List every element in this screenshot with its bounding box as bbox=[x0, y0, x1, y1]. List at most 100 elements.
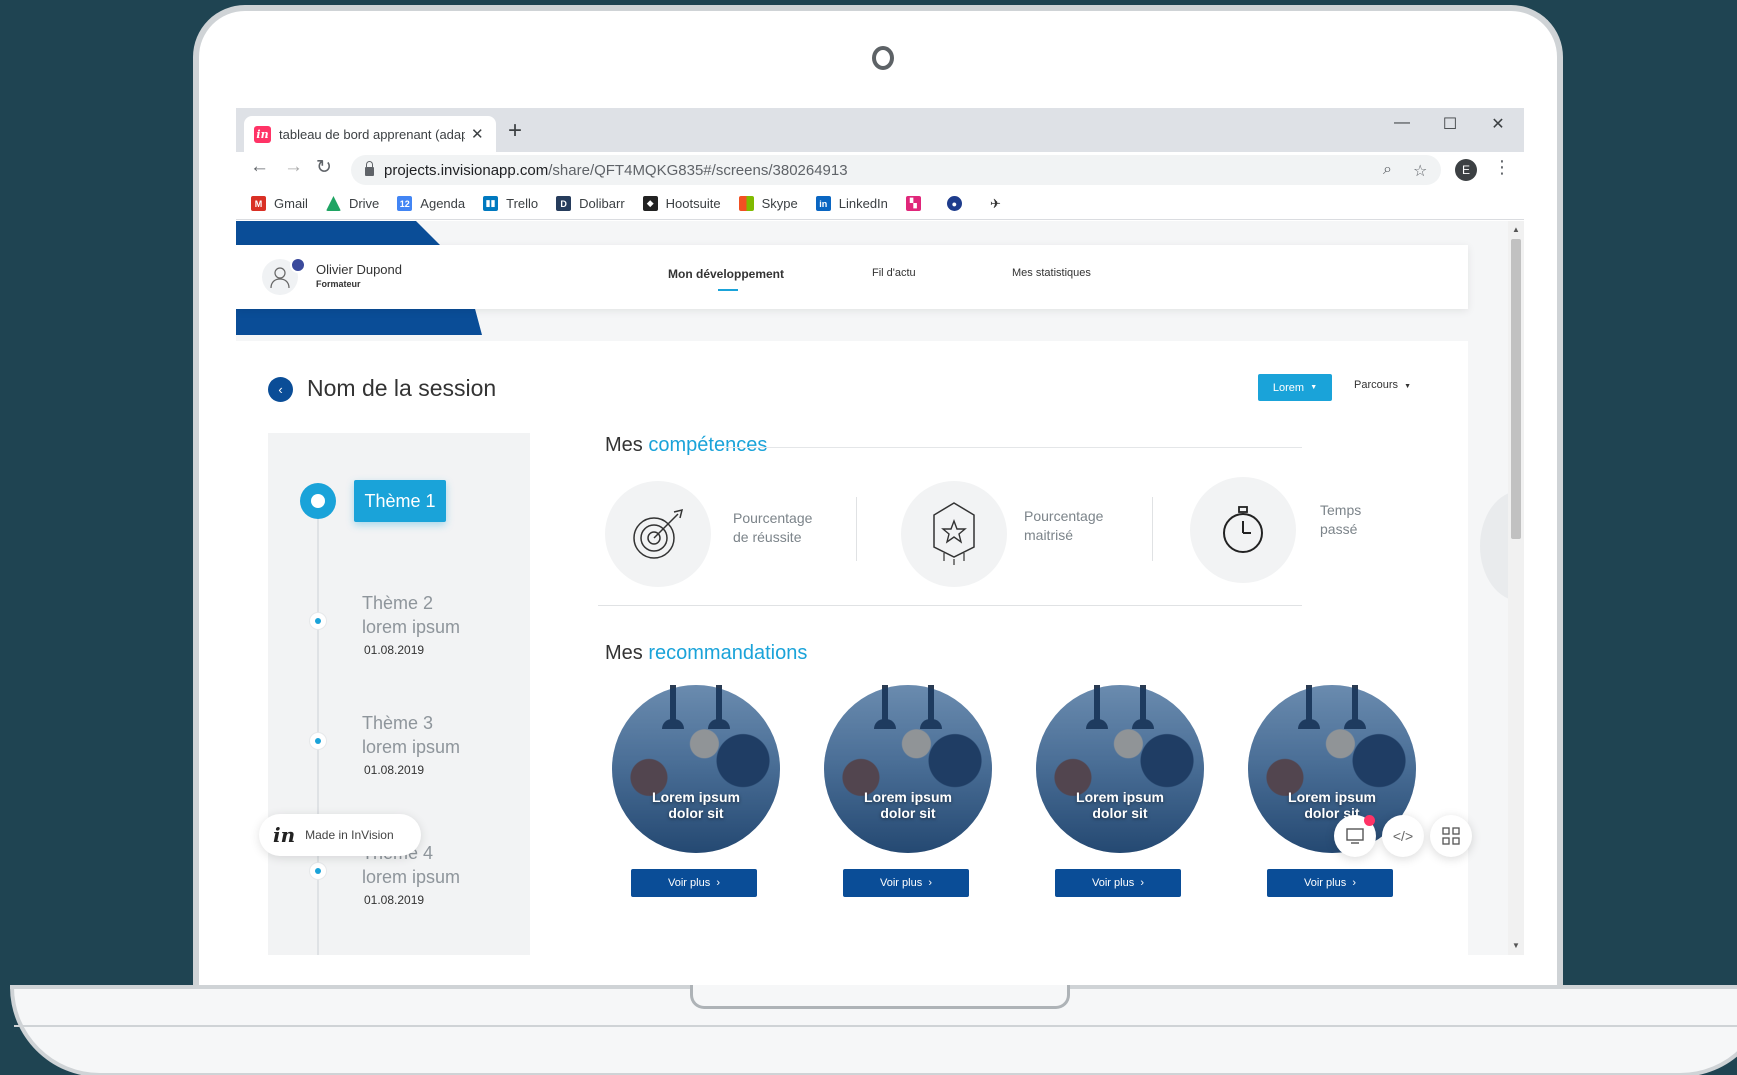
back-button[interactable]: ‹ bbox=[268, 377, 293, 402]
close-window-icon[interactable]: ✕ bbox=[1474, 114, 1522, 134]
bookmark-extra-1[interactable]: ▚ bbox=[905, 196, 929, 211]
trello-icon: ▮▮ bbox=[483, 196, 499, 211]
caret-down-icon: ▼ bbox=[1404, 383, 1412, 390]
bookmark-label: Hootsuite bbox=[665, 196, 721, 211]
competences-title: Mes compétences bbox=[605, 434, 767, 457]
voir-plus-button[interactable]: Voir plus › bbox=[631, 869, 757, 897]
profile-avatar[interactable]: E bbox=[1455, 159, 1477, 181]
bookmark-linkedin[interactable]: in LinkedIn bbox=[815, 196, 888, 211]
bookmark-agenda[interactable]: 12 Agenda bbox=[397, 196, 465, 211]
bookmark-extra-2[interactable]: ● bbox=[946, 196, 970, 211]
timeline-line bbox=[317, 503, 319, 955]
screens-button[interactable] bbox=[1430, 815, 1472, 857]
scrollbar[interactable]: ▲ ▼ bbox=[1508, 221, 1524, 955]
stat-separator bbox=[856, 497, 857, 561]
recommendation-title-line: Lorem ipsum bbox=[1076, 789, 1164, 805]
bookmark-trello[interactable]: ▮▮ Trello bbox=[483, 196, 538, 211]
scrollbar-thumb[interactable] bbox=[1511, 239, 1521, 539]
stat-label-line: de réussite bbox=[733, 529, 802, 545]
minimize-icon[interactable]: — bbox=[1378, 114, 1426, 132]
badge-star-icon bbox=[933, 502, 975, 565]
recommendation-title-line: dolor sit bbox=[1092, 805, 1148, 821]
code-icon: </> bbox=[1392, 828, 1414, 844]
laptop-base-edge bbox=[14, 1025, 1737, 1027]
timeline-node bbox=[310, 613, 326, 629]
calendar-icon: 12 bbox=[397, 196, 413, 211]
recommendation-title-line: dolor sit bbox=[668, 805, 724, 821]
voir-plus-button[interactable]: Voir plus › bbox=[1055, 869, 1181, 897]
competences-title-prefix: Mes bbox=[605, 434, 643, 456]
user-silhouette-icon bbox=[270, 267, 290, 289]
more-menu-icon[interactable]: ⋮ bbox=[1493, 157, 1511, 178]
stat-label-line: Pourcentage bbox=[733, 510, 813, 526]
scroll-down-icon[interactable]: ▼ bbox=[1512, 941, 1520, 950]
user-badge-icon bbox=[290, 257, 306, 273]
psg-logo-icon: ● bbox=[946, 196, 962, 211]
competences-title-accent: compétences bbox=[648, 434, 768, 456]
user-name: Olivier Dupond bbox=[316, 262, 402, 277]
linkedin-icon: in bbox=[815, 196, 831, 211]
reload-icon[interactable]: ↻ bbox=[316, 156, 332, 179]
new-tab-icon[interactable]: + bbox=[508, 117, 522, 145]
parcours-dropdown[interactable]: Parcours ▼ bbox=[1354, 379, 1411, 391]
image-overlay bbox=[612, 685, 780, 853]
bookmark-dolibarr[interactable]: D Dolibarr bbox=[556, 196, 625, 211]
recommandations-title-accent: recommandations bbox=[648, 642, 808, 664]
page-viewport: Olivier Dupond Formateur Mon développeme… bbox=[236, 221, 1524, 955]
address-bar[interactable]: projects.invisionapp.com/share/QFT4MQKG8… bbox=[351, 155, 1441, 185]
recommendation-title: Lorem ipsum dolor sit bbox=[1248, 789, 1416, 821]
timeline-item[interactable]: Thème 2 lorem ipsum 01.08.2019 bbox=[362, 591, 460, 657]
stat-label-line: Temps bbox=[1320, 502, 1362, 518]
recommandations-title-prefix: Mes bbox=[605, 642, 643, 664]
stat-label: Pourcentage de réussite bbox=[733, 509, 812, 547]
lorem-dropdown[interactable]: Lorem ▼ bbox=[1258, 374, 1332, 401]
image-overlay bbox=[1036, 685, 1204, 853]
webcam-icon bbox=[872, 46, 894, 70]
comment-button[interactable] bbox=[1334, 815, 1376, 857]
timeline-date: 01.08.2019 bbox=[364, 763, 425, 777]
stat-circle bbox=[1190, 477, 1296, 583]
laptop-notch bbox=[690, 985, 1070, 1009]
voir-plus-button[interactable]: Voir plus › bbox=[1267, 869, 1393, 897]
gmail-icon: M bbox=[251, 196, 266, 211]
made-in-invision-badge[interactable]: in Made in InVision bbox=[259, 814, 421, 856]
bookmark-drive[interactable]: Drive bbox=[325, 196, 379, 211]
theme-1-button[interactable]: Thème 1 bbox=[354, 480, 446, 522]
bookmark-extra-3[interactable]: ✈ bbox=[988, 196, 1011, 211]
chevron-right-icon: › bbox=[928, 877, 932, 889]
puzzle-icon: ▚ bbox=[905, 196, 921, 211]
target-icon bbox=[633, 508, 684, 559]
tab-close-icon[interactable]: ✕ bbox=[471, 125, 484, 143]
zoom-icon[interactable]: ⌕ bbox=[1383, 161, 1392, 179]
stat-label-line: passé bbox=[1320, 521, 1358, 537]
recommendation-title-line: Lorem ipsum bbox=[864, 789, 952, 805]
star-bookmark-icon[interactable]: ☆ bbox=[1413, 161, 1427, 181]
browser-tab[interactable]: in tableau de bord apprenant (adap ✕ bbox=[244, 116, 496, 152]
stat-circle bbox=[901, 481, 1007, 587]
main-card: ‹ Nom de la session Lorem ▼ Parcours ▼ T… bbox=[236, 341, 1468, 955]
voir-plus-label: Voir plus bbox=[1092, 877, 1135, 889]
recommendation-title-line: Lorem ipsum bbox=[652, 789, 740, 805]
bookmark-label: Gmail bbox=[274, 196, 308, 211]
chevron-right-icon: › bbox=[716, 877, 720, 889]
nav-mon-developpement[interactable]: Mon développement bbox=[668, 267, 784, 281]
bookmark-skype[interactable]: Skype bbox=[738, 196, 798, 211]
timeline-active-node bbox=[300, 483, 336, 519]
timeline-item[interactable]: Thème 3 lorem ipsum 01.08.2019 bbox=[362, 711, 460, 777]
bookmark-gmail[interactable]: M Gmail bbox=[251, 196, 308, 211]
bookmark-hootsuite[interactable]: ◆ Hootsuite bbox=[642, 196, 721, 211]
nav-fil-actu[interactable]: Fil d'actu bbox=[872, 267, 916, 279]
voir-plus-button[interactable]: Voir plus › bbox=[843, 869, 969, 897]
recommendation-title: Lorem ipsum dolor sit bbox=[612, 789, 780, 821]
invision-favicon-icon: in bbox=[254, 125, 271, 143]
browser-window: in tableau de bord apprenant (adap ✕ + —… bbox=[236, 108, 1524, 955]
back-arrow-icon[interactable]: ← bbox=[250, 156, 269, 178]
maximize-icon[interactable]: ☐ bbox=[1426, 114, 1474, 134]
forward-arrow-icon[interactable]: → bbox=[284, 156, 303, 178]
scroll-up-icon[interactable]: ▲ bbox=[1512, 225, 1520, 234]
timeline-theme: Thème 3 bbox=[362, 713, 434, 733]
image-overlay bbox=[824, 685, 992, 853]
nav-mes-statistiques[interactable]: Mes statistiques bbox=[1012, 267, 1091, 279]
inspect-button[interactable]: </> bbox=[1382, 815, 1424, 857]
notification-dot bbox=[1364, 815, 1375, 826]
